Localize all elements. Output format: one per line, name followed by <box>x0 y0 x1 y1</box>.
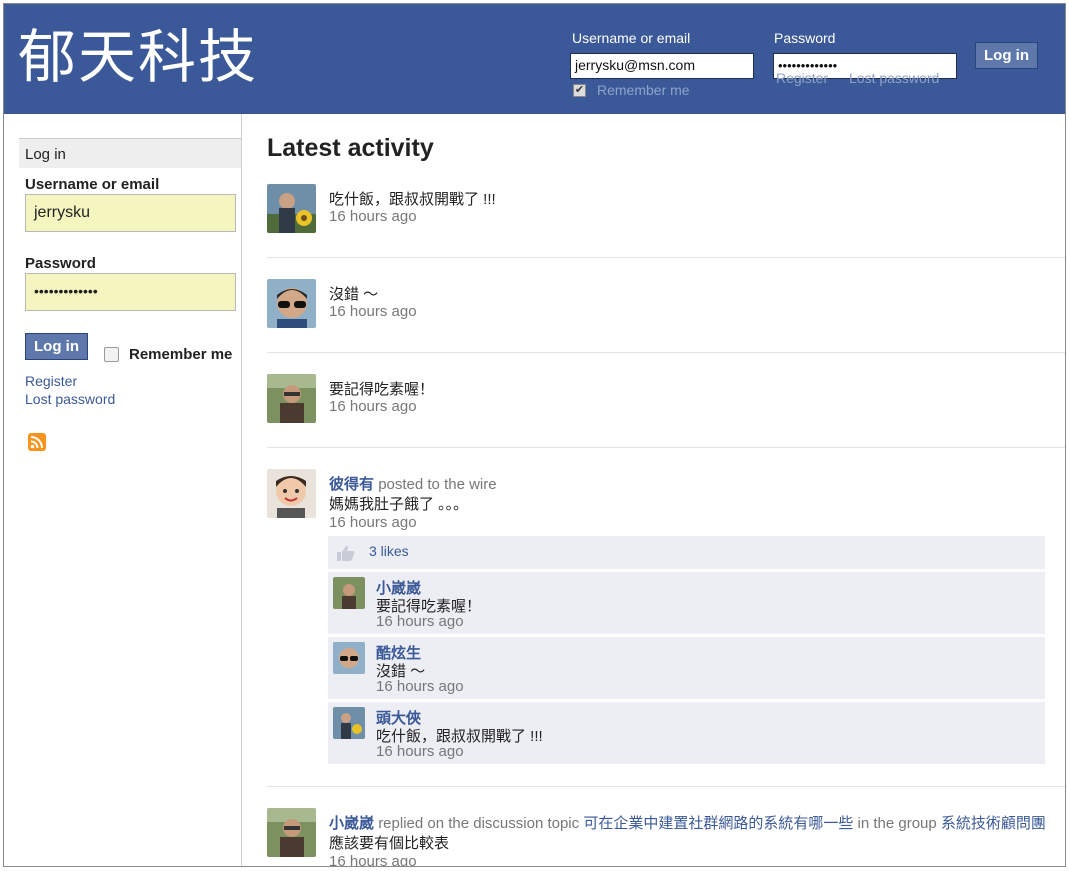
activity-header: 彼得有 posted to the wire <box>329 473 497 494</box>
sidebar: Log in Username or email jerrysku Passwo… <box>4 114 242 866</box>
comment-time: 16 hours ago <box>376 678 464 695</box>
sidebar-password-label: Password <box>25 255 96 272</box>
activity-text: 要記得吃素喔！ <box>329 381 435 398</box>
avatar[interactable] <box>267 374 316 423</box>
author-link[interactable]: 小崴崴 <box>329 815 374 832</box>
main-content: Latest activity 吃什飯，跟叔叔開戰了 !!! 16 hours … <box>243 114 1065 867</box>
sidebar-password-input[interactable]: ••••••••••••• <box>25 273 236 311</box>
header-password-label: Password <box>774 30 836 46</box>
avatar[interactable] <box>267 279 316 328</box>
activity-time: 16 hours ago <box>329 398 417 415</box>
header-username-input[interactable]: jerrysku@msn.com <box>570 53 754 79</box>
activity-time: 16 hours ago <box>329 853 417 867</box>
activity-action: posted to the wire <box>378 476 497 493</box>
comment-time: 16 hours ago <box>376 613 464 630</box>
likes-count[interactable]: 3 likes <box>369 543 409 559</box>
activity-item: 沒錯 ～ 16 hours ago <box>267 279 1065 335</box>
comment: 小崴崴 要記得吃素喔！ 16 hours ago <box>328 572 1045 634</box>
group-link[interactable]: 系統技術顧問團 <box>941 815 1046 832</box>
header-username-label: Username or email <box>572 30 691 46</box>
rss-icon[interactable] <box>28 433 46 451</box>
activity-action: replied on the discussion topic <box>378 815 580 832</box>
activity-action: in the group <box>857 815 937 832</box>
comment-time: 16 hours ago <box>376 743 464 760</box>
sidebar-username-label: Username or email <box>25 176 160 193</box>
site-logo[interactable]: 郁天科技 <box>18 10 258 94</box>
top-bar: 郁天科技 Username or email jerrysku@msn.com … <box>4 4 1065 114</box>
activity-item: 要記得吃素喔！ 16 hours ago <box>267 374 1065 430</box>
avatar[interactable] <box>333 642 365 674</box>
thumbs-up-icon[interactable] <box>336 544 356 562</box>
activity-text: 沒錯 ～ <box>329 286 379 303</box>
activity-item: 小崴崴 replied on the discussion topic 可在企業… <box>267 808 1065 867</box>
activity-time: 16 hours ago <box>329 514 417 531</box>
topic-link[interactable]: 可在企業中建置社群網路的系統有哪一些 <box>583 815 853 832</box>
page-title: Latest activity <box>267 134 434 162</box>
activity-text: 應該要有個比較表 <box>329 835 450 852</box>
avatar[interactable] <box>267 808 316 857</box>
divider <box>267 447 1065 448</box>
sidebar-heading: Log in <box>19 138 241 168</box>
activity-time: 16 hours ago <box>329 208 417 225</box>
sidebar-username-input[interactable]: jerrysku <box>25 194 236 232</box>
avatar[interactable] <box>333 577 365 609</box>
sidebar-lost-password-link[interactable]: Lost password <box>25 391 115 407</box>
avatar[interactable] <box>267 184 316 233</box>
avatar[interactable] <box>267 469 316 518</box>
header-remember-checkbox[interactable]: ✔ <box>573 84 586 97</box>
likes-bar: 3 likes <box>328 536 1045 569</box>
activity-text: 媽媽我肚子餓了 。。。 <box>329 496 469 513</box>
header-remember-label: Remember me <box>597 82 690 98</box>
divider <box>267 786 1065 787</box>
header-login-button[interactable]: Log in <box>975 42 1038 69</box>
divider <box>267 352 1065 353</box>
sidebar-remember-label: Remember me <box>129 346 233 363</box>
comment: 頭大俠 吃什飯，跟叔叔開戰了 !!! 16 hours ago <box>328 702 1045 764</box>
activity-header: 小崴崴 replied on the discussion topic 可在企業… <box>329 812 1046 833</box>
activity-item: 吃什飯，跟叔叔開戰了 !!! 16 hours ago <box>267 184 1065 240</box>
activity-time: 16 hours ago <box>329 303 417 320</box>
author-link[interactable]: 彼得有 <box>329 476 374 493</box>
sidebar-register-link[interactable]: Register <box>25 373 77 389</box>
page-frame: 郁天科技 Username or email jerrysku@msn.com … <box>3 3 1066 867</box>
avatar[interactable] <box>333 707 365 739</box>
sidebar-login-button[interactable]: Log in <box>25 333 88 360</box>
activity-text: 吃什飯，跟叔叔開戰了 !!! <box>329 191 496 208</box>
divider <box>267 257 1065 258</box>
header-register-link[interactable]: Register <box>776 70 828 86</box>
header-lost-password-link[interactable]: Lost password <box>849 70 939 86</box>
comment: 酷炫生 沒錯 ～ 16 hours ago <box>328 637 1045 699</box>
sidebar-remember-checkbox[interactable] <box>104 347 119 362</box>
